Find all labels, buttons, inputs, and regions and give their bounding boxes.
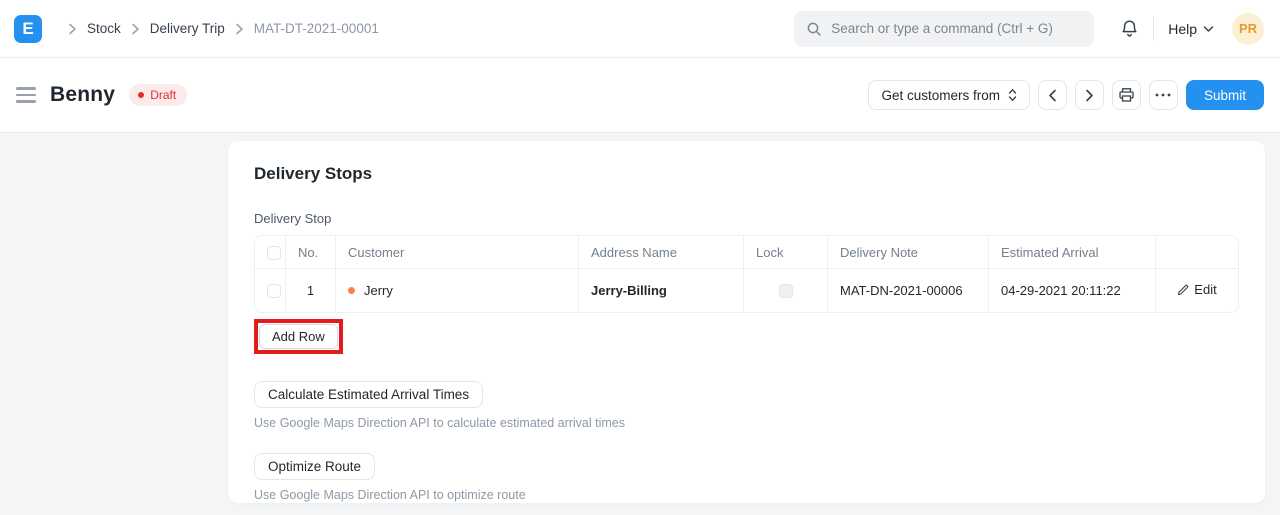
optimize-help-text: Use Google Maps Direction API to optimiz… [254,488,1239,502]
breadcrumb-item-delivery-trip[interactable]: Delivery Trip [150,21,225,36]
grid-header-checkbox-cell [254,235,286,269]
grid-header-delivery-note: Delivery Note [828,235,989,269]
navbar-divider [1153,17,1154,41]
print-button[interactable] [1112,80,1141,110]
global-search[interactable] [794,11,1094,47]
row-checkbox[interactable] [267,284,281,298]
grid-header-lock: Lock [744,235,828,269]
get-customers-from-button[interactable]: Get customers from [868,80,1030,110]
breadcrumb-item-stock[interactable]: Stock [87,21,121,36]
row-index-cell[interactable]: 1 [286,269,336,313]
optimize-route-button[interactable]: Optimize Route [254,453,375,480]
form-section-card: Delivery Stops Delivery Stop No. Custome… [228,141,1265,503]
grid-header-row: No. Customer Address Name Lock Delivery … [254,235,1239,269]
lock-checkbox[interactable] [779,284,793,298]
user-avatar[interactable]: PR [1232,13,1264,45]
navbar: E Stock Delivery Trip MAT-DT-2021-00001 … [0,0,1280,58]
app-logo-icon[interactable]: E [14,15,42,43]
delivery-stop-field-label: Delivery Stop [254,211,1239,226]
page-head: Benny Draft Get customers from Submit [0,58,1280,133]
lock-cell [744,269,828,313]
row-checkbox-cell [254,269,286,313]
search-input[interactable] [831,21,1082,36]
previous-document-button[interactable] [1038,80,1067,110]
pencil-icon [1177,284,1189,296]
grid-header-customer: Customer [336,235,579,269]
grid-header-edit [1156,235,1239,269]
chevron-left-icon [1048,89,1057,102]
address-name-cell[interactable]: Jerry-Billing [579,269,744,313]
annotation-highlight-box: Add Row [254,319,343,354]
chevron-down-icon [1203,25,1214,33]
menu-ellipsis-button[interactable] [1149,80,1178,110]
edit-cell: Edit [1156,269,1239,313]
calculate-arrival-times-button[interactable]: Calculate Estimated Arrival Times [254,381,483,408]
edit-row-button[interactable]: Edit [1177,282,1216,297]
printer-icon [1118,87,1135,103]
breadcrumb-item-document: MAT-DT-2021-00001 [254,21,379,36]
help-menu[interactable]: Help [1168,21,1214,37]
customer-cell[interactable]: Jerry [336,269,579,313]
breadcrumb: Stock Delivery Trip MAT-DT-2021-00001 [58,21,379,36]
chevron-right-icon [235,23,244,35]
notifications-bell-icon[interactable] [1120,19,1139,39]
add-row-button[interactable]: Add Row [259,324,338,349]
status-badge-label: Draft [150,88,176,102]
next-document-button[interactable] [1075,80,1104,110]
chevron-right-icon [1085,89,1094,102]
chevron-right-icon [68,23,77,35]
page-actions: Get customers from Submit [868,80,1264,110]
page-title: Benny [50,83,115,107]
submit-button[interactable]: Submit [1186,80,1264,110]
grid-header-no: No. [286,235,336,269]
sidebar-toggle-icon[interactable] [16,83,36,107]
select-all-checkbox[interactable] [267,246,281,260]
section-title: Delivery Stops [254,164,1239,184]
ellipsis-icon [1155,93,1171,97]
delivery-stops-grid: No. Customer Address Name Lock Delivery … [254,235,1239,313]
select-arrows-icon [1008,88,1017,102]
chevron-right-icon [131,23,140,35]
table-row: 1 Jerry Jerry-Billing MAT-DN-2021-00006 … [254,269,1239,313]
get-customers-from-label: Get customers from [881,88,1000,103]
estimated-arrival-cell[interactable]: 04-29-2021 20:11:22 [989,269,1156,313]
calculate-help-text: Use Google Maps Direction API to calcula… [254,416,1239,430]
customer-status-dot-icon [348,287,355,294]
search-icon [806,21,822,37]
edit-label: Edit [1194,282,1216,297]
grid-header-estimated-arrival: Estimated Arrival [989,235,1156,269]
grid-header-address-name: Address Name [579,235,744,269]
status-dot-icon [138,92,144,98]
delivery-note-cell[interactable]: MAT-DN-2021-00006 [828,269,989,313]
customer-value: Jerry [364,283,393,298]
help-label: Help [1168,21,1197,37]
status-badge: Draft [129,84,187,106]
